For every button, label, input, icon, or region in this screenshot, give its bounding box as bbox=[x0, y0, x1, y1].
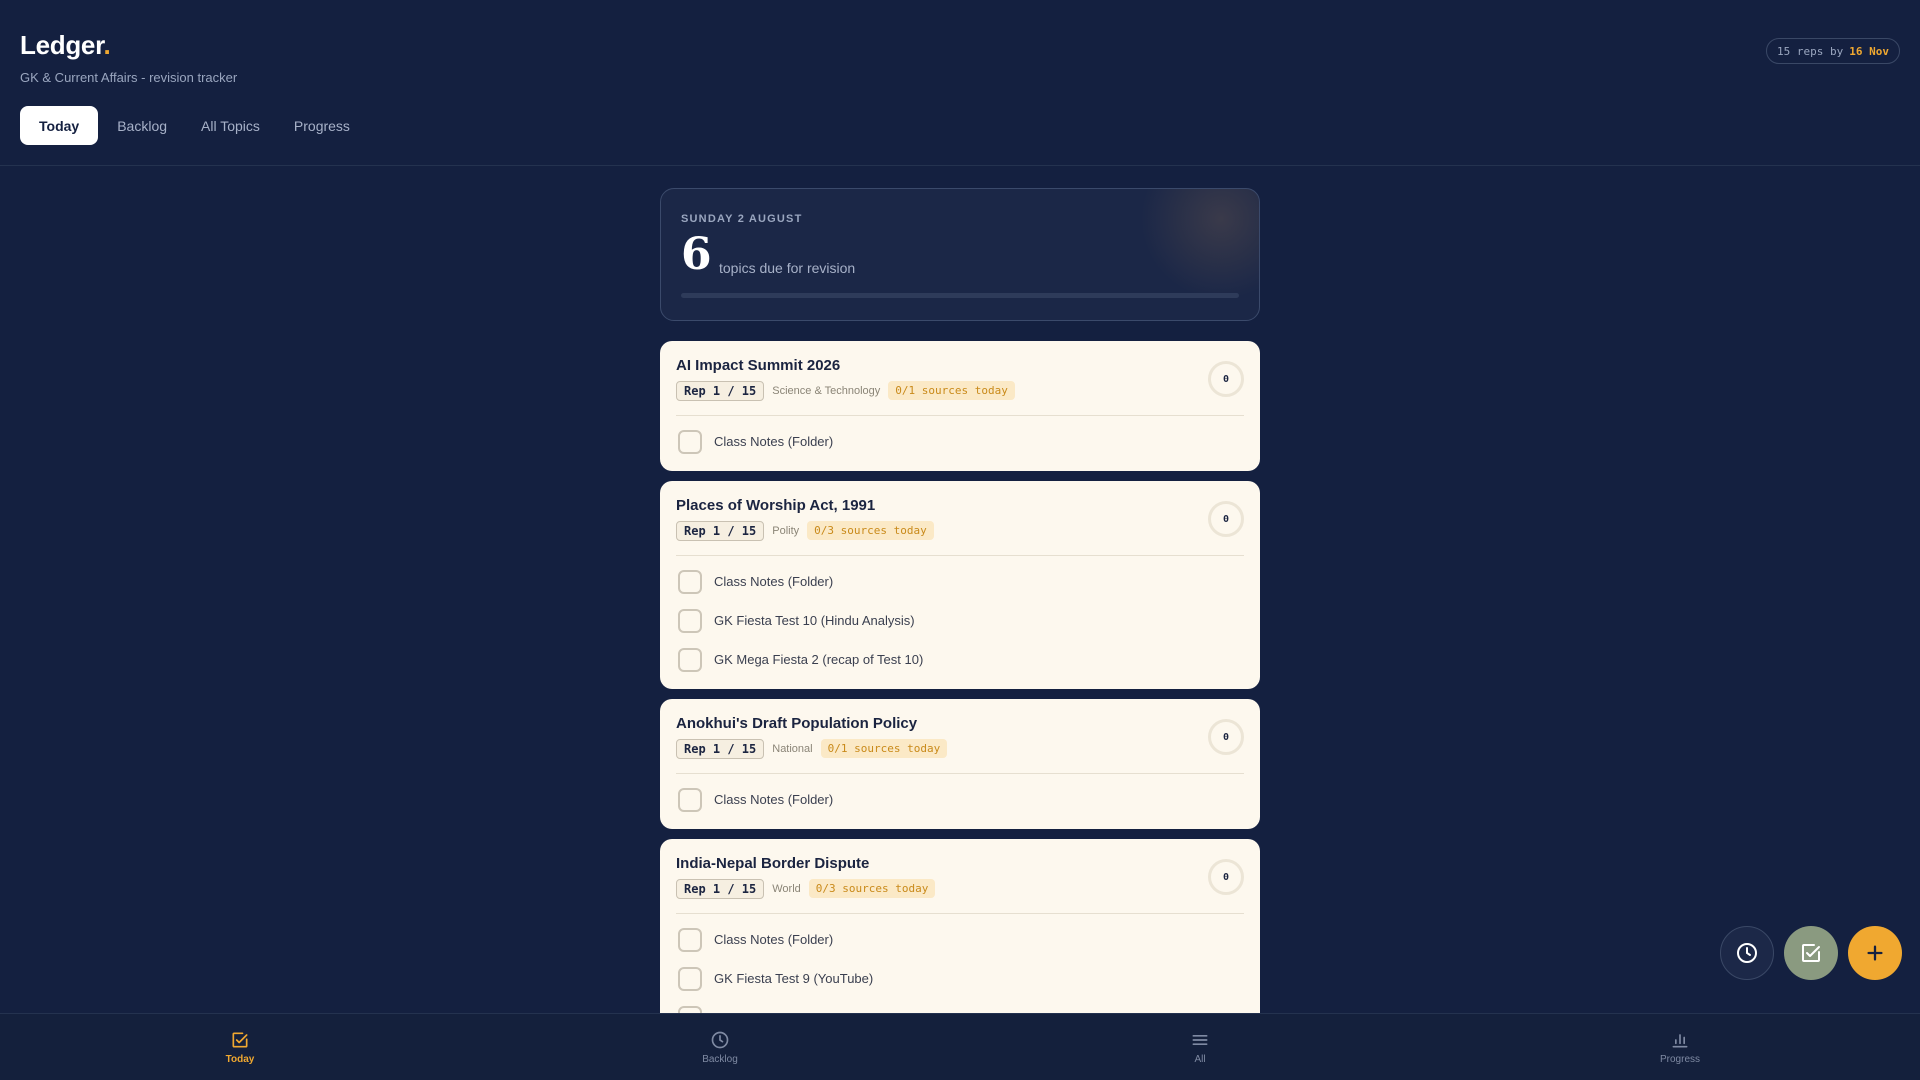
done-count-circle: 0 bbox=[1208, 859, 1244, 895]
brand-logo: Ledger. bbox=[20, 30, 111, 60]
card-divider bbox=[676, 555, 1244, 556]
source-label: Class Notes (Folder) bbox=[714, 434, 834, 449]
topic-card[interactable]: Places of Worship Act, 1991 Rep 1 / 15 Pol… bbox=[660, 481, 1260, 689]
bar-chart-icon bbox=[1672, 1033, 1688, 1047]
source-checkbox[interactable] bbox=[678, 927, 702, 952]
source-label: Class Notes (Folder) bbox=[714, 932, 834, 947]
source-checkbox[interactable] bbox=[678, 608, 702, 633]
rep-badge: Rep 1 / 15 bbox=[676, 738, 765, 759]
source-checkbox[interactable] bbox=[678, 787, 702, 812]
source-label: Class Notes (Folder) bbox=[714, 574, 834, 589]
source-label: Class Notes (Folder) bbox=[714, 792, 834, 807]
topic-title: India-Nepal Border Dispute bbox=[676, 855, 870, 872]
source-row[interactable] bbox=[676, 998, 1244, 1013]
done-count-circle: 0 bbox=[1208, 719, 1244, 755]
tab-all-topics[interactable]: All Topics bbox=[201, 106, 294, 145]
done-count-circle: 0 bbox=[1208, 501, 1244, 537]
app-viewport: Ledger. GK & Current Affairs - revision … bbox=[0, 0, 1920, 1013]
topic-meta: Rep 1 / 15 Science & Technology 0/1 source… bbox=[676, 380, 1244, 401]
bottom-nav-today[interactable]: Today bbox=[0, 1014, 480, 1080]
rep-badge: Rep 1 / 15 bbox=[676, 520, 765, 541]
topic-list: AI Impact Summit 2026 Rep 1 / 15 Science &… bbox=[660, 341, 1260, 1013]
topic-category: Science & Technology bbox=[772, 384, 881, 397]
history-button[interactable] bbox=[1720, 926, 1774, 980]
bottom-nav-progress[interactable]: Progress bbox=[1440, 1014, 1920, 1080]
topic-meta: Rep 1 / 15 National 0/1 sources today bbox=[676, 738, 1244, 759]
card-divider bbox=[676, 415, 1244, 416]
clock-icon bbox=[1737, 943, 1757, 963]
clock-icon bbox=[711, 1031, 729, 1048]
sources-today-badge: 0/1 sources today bbox=[820, 739, 948, 758]
due-summary-card: SUNDAY 2 AUGUST 6 topics due for revisio… bbox=[660, 188, 1260, 321]
card-divider bbox=[676, 913, 1244, 914]
rep-badge: Rep 1 / 15 bbox=[676, 380, 765, 401]
source-row[interactable]: Class Notes (Folder) bbox=[676, 780, 1244, 819]
sources-today-badge: 0/3 sources today bbox=[807, 521, 934, 540]
card-divider bbox=[676, 773, 1244, 774]
source-row[interactable]: GK Mega Fiesta 2 (recap of Test 10) bbox=[676, 640, 1244, 679]
topic-title: AI Impact Summit 2026 bbox=[676, 357, 841, 374]
summary-label: topics due for revision bbox=[719, 260, 856, 276]
source-row[interactable]: Class Notes (Folder) bbox=[676, 422, 1244, 461]
bottom-nav-label: Progress bbox=[1659, 1053, 1700, 1065]
app-header: Ledger. GK & Current Affairs - revision … bbox=[0, 0, 1920, 166]
source-checkbox[interactable] bbox=[678, 569, 702, 594]
source-row[interactable]: GK Fiesta Test 9 (YouTube) bbox=[676, 959, 1244, 998]
bottom-nav-label: All bbox=[1194, 1053, 1206, 1065]
reps-date: 16 Nov bbox=[1849, 44, 1889, 58]
topic-card[interactable]: AI Impact Summit 2026 Rep 1 / 15 Science &… bbox=[660, 341, 1260, 471]
done-count-circle: 0 bbox=[1208, 361, 1244, 397]
topic-meta: Rep 1 / 15 Polity 0/3 sources today bbox=[676, 520, 1244, 541]
tab-backlog[interactable]: Backlog bbox=[98, 106, 201, 145]
sources-today-badge: 0/3 sources today bbox=[808, 879, 936, 898]
source-checkbox[interactable] bbox=[678, 647, 702, 672]
summary-date: SUNDAY 2 AUGUST bbox=[681, 213, 803, 225]
source-checkbox[interactable] bbox=[678, 1005, 702, 1013]
source-label: GK Mega Fiesta 2 (recap of Test 10) bbox=[714, 652, 924, 667]
bottom-nav-backlog[interactable]: Backlog bbox=[480, 1014, 960, 1080]
source-row[interactable]: GK Fiesta Test 10 (Hindu Analysis) bbox=[676, 601, 1244, 640]
reps-prefix: 15 reps by bbox=[1777, 44, 1844, 58]
top-tabs: Today Backlog All Topics Progress bbox=[20, 106, 369, 145]
add-topic-button[interactable] bbox=[1848, 926, 1902, 980]
source-label: GK Fiesta Test 10 (Hindu Analysis) bbox=[714, 613, 915, 628]
tab-progress[interactable]: Progress bbox=[294, 106, 369, 145]
summary-count: 6 bbox=[681, 229, 712, 280]
main-column: SUNDAY 2 AUGUST 6 topics due for revisio… bbox=[660, 188, 1260, 1013]
bottom-nav: Today Backlog All Progress bbox=[0, 1013, 1920, 1080]
topic-title: Places of Worship Act, 1991 bbox=[676, 497, 876, 514]
rep-badge: Rep 1 / 15 bbox=[676, 878, 765, 899]
source-row[interactable]: Class Notes (Folder) bbox=[676, 920, 1244, 959]
topic-card[interactable]: India-Nepal Border Dispute Rep 1 / 15 Worl… bbox=[660, 839, 1260, 1013]
bottom-nav-label: Backlog bbox=[702, 1053, 738, 1065]
topic-category: Polity bbox=[772, 524, 800, 537]
topic-category: National bbox=[772, 742, 813, 755]
reps-summary-pill: 15 reps by 16 Nov bbox=[1766, 38, 1900, 64]
app-subtitle: GK & Current Affairs - revision tracker bbox=[20, 70, 238, 85]
bottom-nav-label: Today bbox=[225, 1053, 255, 1065]
mark-done-button[interactable] bbox=[1784, 926, 1838, 980]
menu-icon bbox=[1192, 1034, 1208, 1045]
topic-title: Anokhui's Draft Population Policy bbox=[676, 715, 918, 732]
source-checkbox[interactable] bbox=[678, 966, 702, 991]
source-row[interactable]: Class Notes (Folder) bbox=[676, 562, 1244, 601]
bottom-nav-all[interactable]: All bbox=[960, 1014, 1440, 1080]
tab-today[interactable]: Today bbox=[20, 106, 99, 145]
check-square-icon bbox=[232, 1032, 248, 1047]
plus-icon bbox=[1867, 945, 1883, 961]
check-square-icon bbox=[1802, 944, 1820, 962]
sources-today-badge: 0/1 sources today bbox=[888, 381, 1015, 400]
source-label: GK Fiesta Test 9 (YouTube) bbox=[714, 971, 874, 986]
topic-meta: Rep 1 / 15 World 0/3 sources today bbox=[676, 878, 1244, 899]
topic-category: World bbox=[772, 882, 801, 895]
summary-progress-bar bbox=[681, 293, 1239, 298]
topic-card[interactable]: Anokhui's Draft Population Policy Rep 1 /… bbox=[660, 699, 1260, 829]
source-checkbox[interactable] bbox=[678, 429, 702, 454]
